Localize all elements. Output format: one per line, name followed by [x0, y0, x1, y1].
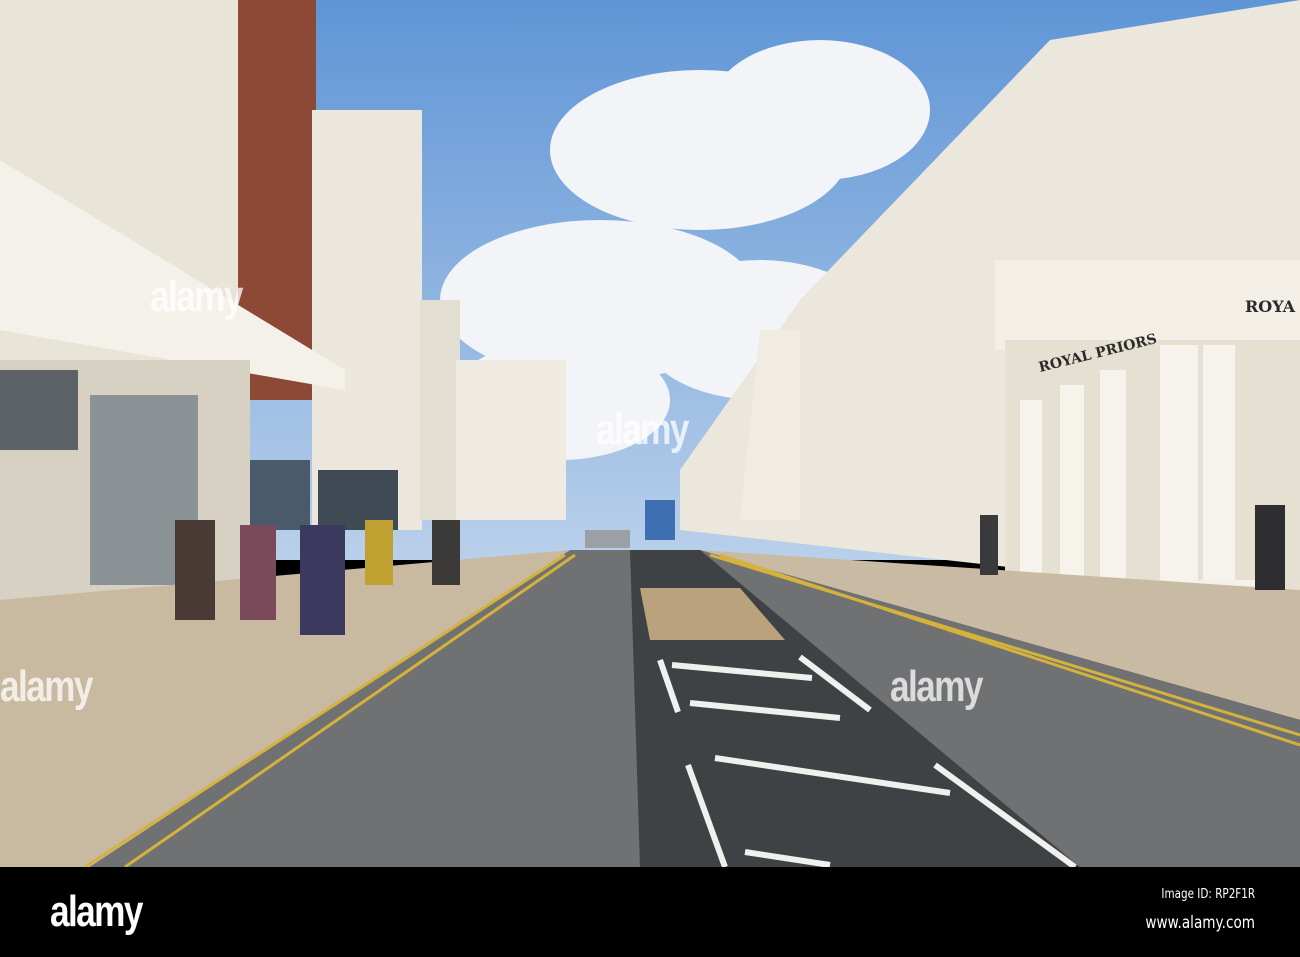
- image-id: Image ID: RP2F1R: [1161, 887, 1255, 902]
- watermark-top: alamy: [150, 272, 243, 321]
- royal-sign-partial: ROYA: [1245, 297, 1296, 316]
- alamy-logo: alamy: [50, 887, 143, 936]
- watermark-center: alamy: [596, 405, 689, 454]
- footer-bar: alamy Image ID: RP2F1R www.alamy.com: [0, 867, 1300, 957]
- watermark-left: alamy: [0, 662, 93, 711]
- watermark-right: alamy: [890, 662, 983, 711]
- website-url: www.alamy.com: [1145, 913, 1255, 933]
